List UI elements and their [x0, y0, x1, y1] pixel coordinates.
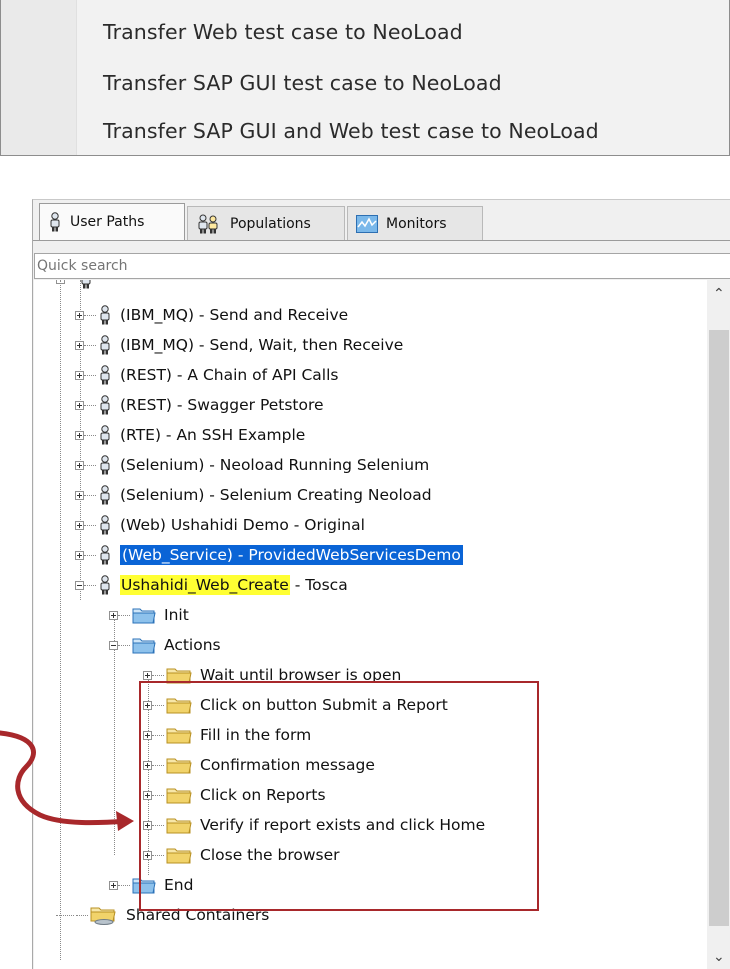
tree-item-user-path[interactable]: (Selenium) - Selenium Creating Neoload: [75, 480, 432, 510]
user-path-icon: [98, 305, 112, 325]
scroll-up-arrow-icon[interactable]: ⌃: [713, 286, 725, 302]
menu-icon-gutter: [1, 0, 77, 155]
annotation-arrow-icon: [0, 730, 134, 831]
population-icon: [196, 214, 222, 234]
user-path-icon: [48, 212, 62, 232]
user-path-icon: [98, 485, 112, 505]
collapse-toggle[interactable]: [75, 580, 84, 590]
expand-toggle[interactable]: [75, 400, 84, 410]
blue-folder-icon: [132, 636, 156, 654]
menu-item-transfer-sap-gui[interactable]: Transfer SAP GUI test case to NeoLoad: [103, 71, 502, 95]
expand-toggle[interactable]: [75, 340, 84, 350]
tab-populations[interactable]: Populations: [187, 206, 345, 240]
shared-containers-icon: [90, 905, 118, 925]
expand-toggle[interactable]: [75, 430, 84, 440]
tree-root-user-paths: [56, 280, 101, 294]
annotation-red-box: [139, 681, 539, 911]
expand-toggle[interactable]: [75, 460, 84, 470]
tree-item-user-path[interactable]: (RTE) - An SSH Example: [75, 420, 305, 450]
tab-user-paths[interactable]: User Paths: [39, 203, 185, 240]
neoload-design-panel: User Paths Populations Monitors (IBM_MQ)…: [32, 199, 730, 969]
tree-item-label-highlight: Ushahidi_Web_Create: [120, 575, 290, 595]
tab-divider: [33, 240, 730, 241]
expand-toggle[interactable]: [75, 550, 84, 560]
tree-scrollbar[interactable]: ⌃ ⌄: [707, 280, 730, 969]
user-path-icon: [98, 395, 112, 415]
tree-item-user-path[interactable]: (REST) - Swagger Petstore: [75, 390, 324, 420]
quick-search-input[interactable]: [34, 253, 730, 279]
tree-item-label: (Web_Service) - ProvidedWebServicesDemo: [120, 545, 463, 565]
context-menu: Transfer Web test case to NeoLoad Transf…: [0, 0, 730, 156]
collapse-toggle[interactable]: [109, 640, 118, 650]
tree-item-label: (IBM_MQ) - Send and Receive: [120, 306, 349, 324]
scrollbar-thumb[interactable]: [709, 330, 729, 926]
tree-item-label: Init: [164, 606, 189, 624]
tree-item-label: (REST) - Swagger Petstore: [120, 396, 324, 414]
tree-item-user-path[interactable]: (Web) Ushahidi Demo - Original: [75, 510, 365, 540]
tree-item-label-suffix: - Tosca: [289, 576, 348, 594]
tab-populations-label: Populations: [230, 215, 311, 232]
menu-item-transfer-web[interactable]: Transfer Web test case to NeoLoad: [103, 20, 463, 44]
user-path-icon: [98, 575, 112, 595]
tree-item-label: (Selenium) - Selenium Creating Neoload: [120, 486, 432, 504]
tree-item-user-path[interactable]: (IBM_MQ) - Send, Wait, then Receive: [75, 330, 403, 360]
expand-toggle[interactable]: [143, 670, 152, 680]
monitor-chart-icon: [356, 214, 378, 233]
user-paths-tree[interactable]: (IBM_MQ) - Send and Receive (IBM_MQ) - Se…: [34, 280, 730, 969]
tree-item-actions[interactable]: Actions: [109, 630, 221, 660]
tree-item-user-path[interactable]: (Web_Service) - ProvidedWebServicesDemo: [75, 540, 463, 570]
user-path-icon: [98, 455, 112, 475]
expand-toggle[interactable]: [109, 610, 118, 620]
expand-toggle[interactable]: [109, 880, 118, 890]
scroll-down-arrow-icon[interactable]: ⌄: [713, 949, 725, 965]
tree-item-user-path[interactable]: (Selenium) - Neoload Running Selenium: [75, 450, 429, 480]
user-path-icon: [98, 335, 112, 355]
tab-monitors-label: Monitors: [386, 215, 447, 232]
tree-item-user-path[interactable]: (REST) - A Chain of API Calls: [75, 360, 338, 390]
tree-item-label: (IBM_MQ) - Send, Wait, then Receive: [120, 336, 404, 354]
user-path-icon: [98, 365, 112, 385]
expand-toggle[interactable]: [75, 310, 84, 320]
tree-item-init[interactable]: Init: [109, 600, 189, 630]
user-path-icon: [98, 425, 112, 445]
tree-item-user-path[interactable]: (IBM_MQ) - Send and Receive: [75, 300, 348, 330]
tree-item-label: (REST) - A Chain of API Calls: [120, 366, 339, 384]
expand-toggle[interactable]: [75, 520, 84, 530]
user-path-icon: [98, 515, 112, 535]
expand-toggle[interactable]: [75, 370, 84, 380]
tab-user-paths-label: User Paths: [70, 214, 145, 230]
tree-item-label: (Selenium) - Neoload Running Selenium: [120, 456, 430, 474]
tab-monitors[interactable]: Monitors: [347, 206, 483, 240]
tree-item-label: (Web) Ushahidi Demo - Original: [120, 516, 365, 534]
tree-item-ushahidi-web-create[interactable]: Ushahidi_Web_Create - Tosca: [75, 570, 348, 600]
menu-item-transfer-sap-gui-and-web[interactable]: Transfer SAP GUI and Web test case to Ne…: [103, 119, 599, 143]
tree-item-label: Actions: [164, 636, 221, 654]
tree-item-label: (RTE) - An SSH Example: [120, 426, 306, 444]
user-path-icon: [98, 545, 112, 565]
blue-folder-icon: [132, 606, 156, 624]
user-path-icon: [79, 280, 93, 289]
expand-toggle[interactable]: [75, 490, 84, 500]
